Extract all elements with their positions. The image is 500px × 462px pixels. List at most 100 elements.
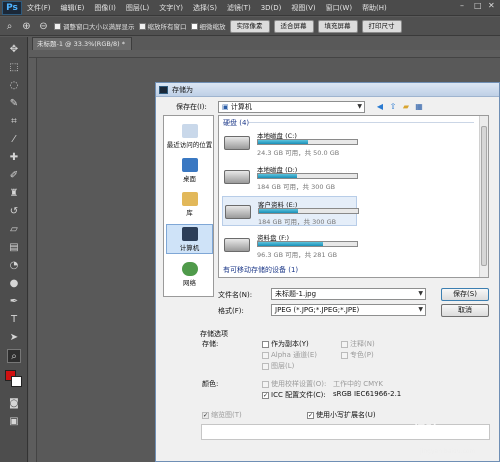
alpha-channels-checkbox[interactable]: Alpha 通道(E) [262, 350, 317, 360]
hard-drive-icon [224, 238, 250, 252]
place-computer[interactable]: 计算机 [166, 224, 213, 254]
annotations-checkbox[interactable]: 注释(N) [341, 339, 375, 349]
eraser-tool-icon[interactable]: ▱ [7, 223, 21, 237]
print-size-button[interactable]: 打印尺寸 [361, 19, 402, 33]
photoshop-logo: Ps [2, 0, 22, 15]
format-dropdown[interactable]: JPEG (*.JPG;*.JPEG;*.JPE) ▼ [271, 304, 426, 316]
chevron-down-icon: ▼ [357, 103, 362, 110]
place-network[interactable]: 网络 [166, 262, 213, 287]
marquee-tool-icon[interactable]: ⬚ [7, 61, 21, 75]
lasso-tool-icon[interactable]: ◌ [7, 79, 21, 93]
close-icon[interactable]: ✕ [488, 2, 496, 10]
gradient-tool-icon[interactable]: ▤ [7, 241, 21, 255]
zoom-in-icon[interactable]: ⊕ [20, 20, 33, 33]
photoshop-app-icon [159, 86, 168, 94]
vertical-ruler [29, 58, 37, 462]
drive-usage-bar [257, 139, 358, 145]
layers-checkbox[interactable]: 图层(L) [262, 361, 294, 371]
drive-c[interactable]: 本地磁盘 (C:) 24.3 GB 可用，共 50.0 GB [222, 128, 358, 158]
group-header-removable[interactable]: 有可移动存储的设备 (1) [223, 265, 298, 275]
actual-pixels-button[interactable]: 实际像素 [229, 19, 270, 33]
back-icon[interactable]: ◀ [375, 102, 385, 112]
dodge-tool-icon[interactable]: ● [7, 277, 21, 291]
zoom-tool-icon[interactable]: ⌕ [3, 20, 16, 33]
menu-type[interactable]: 文字(Y) [154, 3, 188, 13]
clone-stamp-icon[interactable]: ♜ [7, 187, 21, 201]
baidu-jingyan-watermark: Bai 经验 [384, 424, 439, 439]
scrubby-zoom-checkbox[interactable]: 细微缩放 [190, 21, 226, 31]
menu-view[interactable]: 视图(V) [286, 3, 320, 13]
menu-select[interactable]: 选择(S) [188, 3, 222, 13]
group-header-hard-disks[interactable]: 硬盘 (4) [223, 118, 249, 128]
menu-layer[interactable]: 图层(L) [121, 3, 154, 13]
menu-edit[interactable]: 编辑(E) [56, 3, 90, 13]
computer-icon: ▣ [222, 103, 231, 111]
path-select-icon[interactable]: ➤ [7, 331, 21, 345]
minimize-icon[interactable]: – [460, 2, 468, 10]
hard-drive-icon [225, 205, 251, 219]
maximize-icon[interactable]: □ [474, 2, 482, 10]
menu-help[interactable]: 帮助(H) [357, 3, 392, 13]
file-list-scrollbar[interactable] [479, 116, 488, 277]
color-label: 颜色: [202, 380, 219, 388]
options-bar: ⌕ ⊕ ⊖ 调整窗口大小以满屏显示 缩放所有窗口 细微缩放 实际像素 适合屏幕 … [0, 17, 500, 36]
drive-d[interactable]: 本地磁盘 (D:) 184 GB 可用，共 300 GB [222, 162, 358, 192]
move-tool-icon[interactable]: ✥ [7, 43, 21, 57]
zoom-all-checkbox[interactable]: 缩放所有窗口 [138, 21, 187, 31]
as-copy-checkbox[interactable]: 作为副本(Y) [262, 339, 309, 349]
chevron-down-icon: ▼ [418, 306, 423, 313]
zoom-tool-active-icon[interactable]: ⌕ [7, 349, 21, 363]
save-button[interactable]: 保存(S) [441, 288, 489, 301]
places-bar: 最近访问的位置 桌面 库 计算机 网络 [163, 115, 214, 297]
pen-tool-icon[interactable]: ✒ [7, 295, 21, 309]
drive-f[interactable]: 资料盘 (F:) 96.3 GB 可用，共 281 GB [222, 230, 358, 260]
computer-icon [181, 227, 198, 241]
quick-select-tool-icon[interactable]: ✎ [7, 97, 21, 111]
cancel-button[interactable]: 取消 [441, 304, 489, 317]
drive-usage-fill [258, 242, 324, 246]
eyedropper-tool-icon[interactable]: ⁄ [7, 133, 21, 147]
icc-profile-value: sRGB IEC61966-2.1 [333, 390, 402, 398]
crop-tool-icon[interactable]: ⌗ [7, 115, 21, 129]
up-folder-icon[interactable]: ⇧ [388, 102, 398, 112]
filename-label: 文件名(N): [218, 291, 253, 299]
place-libraries[interactable]: 库 [166, 192, 213, 217]
scrollbar-thumb[interactable] [481, 126, 487, 266]
file-list: 硬盘 (4) 本地磁盘 (C:) 24.3 GB 可用，共 50.0 GB 本地… [218, 115, 489, 278]
fit-screen-button[interactable]: 适合屏幕 [273, 19, 314, 33]
menu-bar: Ps 文件(F) 编辑(E) 图像(I) 图层(L) 文字(Y) 选择(S) 滤… [0, 0, 500, 16]
quick-mask-icon[interactable]: ◙ [7, 397, 21, 411]
menu-window[interactable]: 窗口(W) [321, 3, 357, 13]
healing-brush-icon[interactable]: ✚ [7, 151, 21, 165]
save-in-dropdown[interactable]: ▣ 计算机 ▼ [218, 101, 365, 113]
libraries-icon [181, 192, 198, 206]
history-brush-icon[interactable]: ↺ [7, 205, 21, 219]
spot-colors-checkbox[interactable]: 专色(P) [341, 350, 374, 360]
document-tab[interactable]: 未标题-1 @ 33.3%(RGB/8) * [32, 37, 132, 50]
menu-3d[interactable]: 3D(D) [256, 4, 287, 12]
use-proof-checkbox[interactable]: 使用校样设置(O): [262, 379, 326, 389]
save-in-label: 保存在(I): [176, 103, 207, 111]
menu-image[interactable]: 图像(I) [89, 3, 121, 13]
screen-mode-icon[interactable]: ▣ [7, 415, 21, 429]
brush-tool-icon[interactable]: ✐ [7, 169, 21, 183]
thumbnail-checkbox[interactable]: ✓ 缩览图(T) [202, 410, 242, 420]
lowercase-extension-checkbox[interactable]: ✓ 使用小写扩展名(U) [307, 410, 376, 420]
drive-e[interactable]: 客户资料 (E:) 184 GB 可用，共 300 GB [222, 196, 359, 226]
zoom-out-icon[interactable]: ⊖ [37, 20, 50, 33]
place-recent[interactable]: 最近访问的位置 [166, 124, 213, 149]
resize-windows-checkbox[interactable]: 调整窗口大小以满屏显示 [54, 21, 135, 31]
icc-profile-checkbox[interactable]: ✓ ICC 配置文件(C): [262, 390, 326, 400]
place-desktop[interactable]: 桌面 [166, 158, 213, 183]
fill-screen-button[interactable]: 填充屏幕 [317, 19, 358, 33]
new-folder-icon[interactable]: ▰ [401, 102, 411, 112]
menu-filter[interactable]: 滤镜(T) [222, 3, 256, 13]
type-tool-icon[interactable]: T [7, 313, 21, 327]
filename-input[interactable]: 未标题-1.jpg ▼ [271, 288, 426, 300]
dialog-title: 存储为 [172, 86, 193, 94]
blur-tool-icon[interactable]: ◔ [7, 259, 21, 273]
desktop-icon [181, 158, 198, 172]
menu-file[interactable]: 文件(F) [22, 3, 56, 13]
view-menu-icon[interactable]: ▦ [414, 102, 424, 112]
background-color-swatch[interactable] [11, 376, 22, 387]
